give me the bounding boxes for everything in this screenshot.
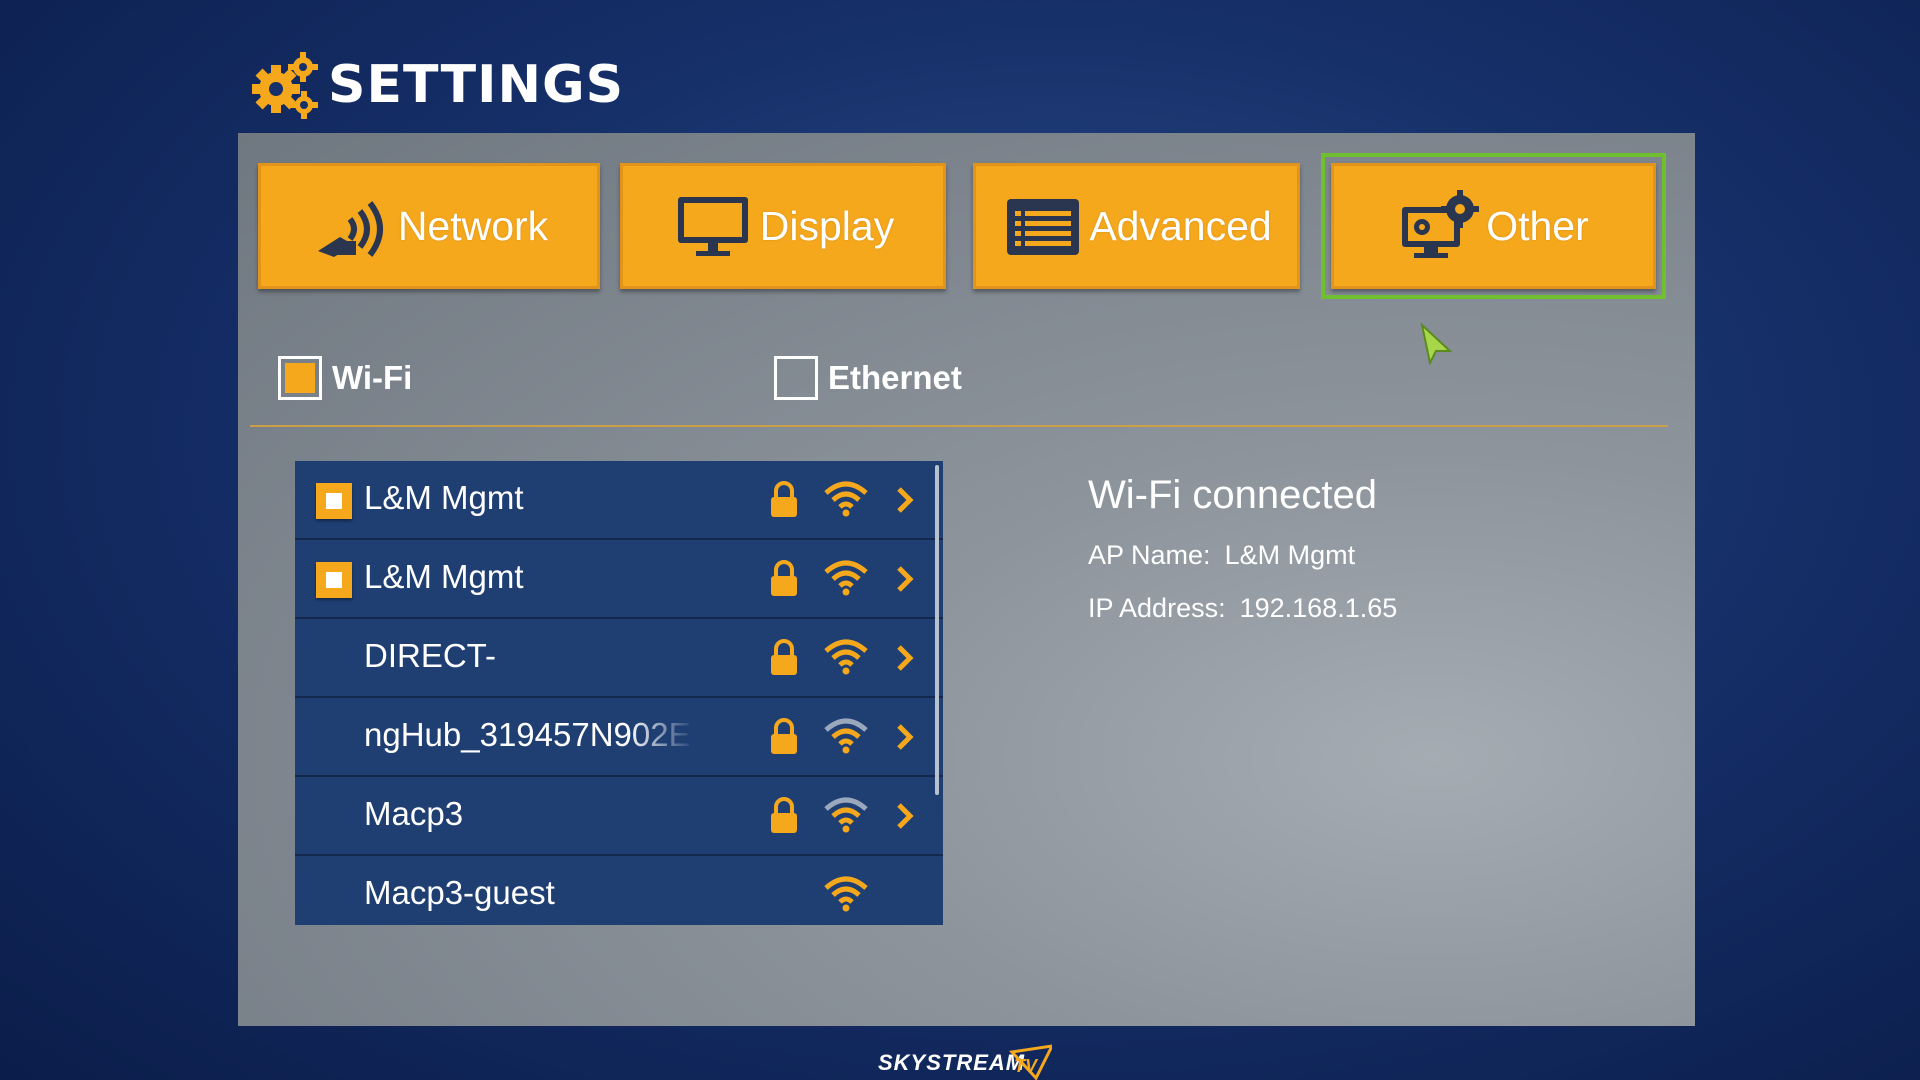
network-ssid: L&M Mgmt [364, 479, 524, 516]
svg-text:SKYSTREAM: SKYSTREAM [878, 1050, 1025, 1075]
chevron-right-icon[interactable] [895, 722, 915, 752]
lock-icon [771, 481, 797, 517]
tab-network-label: Network [397, 202, 549, 249]
network-row[interactable]: L&M Mgmt [295, 461, 943, 540]
network-row[interactable]: Macp3 [295, 777, 943, 856]
wifi-checkbox[interactable] [278, 356, 322, 400]
connection-status: Wi-Fi connected [1088, 473, 1377, 517]
chevron-right-icon[interactable] [895, 485, 915, 515]
wifi-network-list[interactable]: L&M Mgmt L&M Mgmt DIRECT- ngHub_319457N9… [295, 461, 943, 925]
wifi-signal-icon [824, 639, 868, 675]
wifi-signal-icon [824, 876, 868, 912]
network-row[interactable]: ngHub_319457N902E [295, 698, 943, 777]
svg-text:TV: TV [1014, 1056, 1039, 1076]
network-ssid: DIRECT- [364, 637, 496, 674]
network-row[interactable]: L&M Mgmt [295, 540, 943, 619]
gear-monitor-icon [1402, 190, 1480, 258]
tab-network[interactable]: Network [258, 163, 600, 289]
network-ssid: ngHub_319457N902E [364, 716, 691, 753]
ethernet-label: Ethernet [828, 359, 962, 396]
settings-header: SETTINGS [248, 50, 624, 120]
gears-icon [252, 52, 318, 119]
tab-other[interactable]: Other [1321, 153, 1666, 299]
network-ssid: Macp3-guest [364, 874, 555, 911]
section-divider [250, 425, 1668, 427]
settings-panel: Network Display Advanced Other Wi-Fi Eth… [238, 133, 1695, 1026]
list-icon [1007, 199, 1080, 255]
network-signal-icon [317, 201, 383, 257]
ap-name-value: L&M Mgmt [1224, 540, 1356, 570]
tab-advanced-label: Advanced [1089, 202, 1272, 249]
tab-display-label: Display [759, 202, 895, 249]
list-scrollbar[interactable] [935, 465, 939, 795]
ap-name-line: AP Name: L&M Mgmt [1088, 540, 1397, 571]
wifi-signal-icon [824, 481, 868, 517]
wifi-signal-icon [824, 797, 868, 833]
wifi-option[interactable]: Wi-Fi [278, 351, 412, 405]
ip-address-label: IP Address: [1088, 593, 1226, 623]
network-row[interactable]: Macp3-guest [295, 856, 943, 925]
tab-advanced[interactable]: Advanced [973, 163, 1300, 289]
lock-icon [771, 560, 797, 596]
skystream-tv-logo: SKYSTREAM TV [878, 1044, 1052, 1080]
ap-name-label: AP Name: [1088, 540, 1211, 570]
lock-icon [771, 718, 797, 754]
tab-other-label: Other [1486, 202, 1589, 249]
network-row[interactable]: DIRECT- [295, 619, 943, 698]
wifi-signal-icon [824, 718, 868, 754]
selected-indicator [316, 562, 352, 598]
page-title: SETTINGS [328, 55, 625, 115]
ethernet-option[interactable]: Ethernet [774, 351, 962, 405]
lock-icon [771, 797, 797, 833]
checkbox-checked-indicator [285, 363, 315, 393]
network-ssid: L&M Mgmt [364, 558, 524, 595]
network-ssid: Macp3 [364, 795, 464, 832]
pointer-cursor-icon [1420, 323, 1453, 365]
monitor-icon [677, 197, 748, 256]
ip-address-value: 192.168.1.65 [1239, 593, 1398, 623]
wifi-signal-icon [824, 560, 868, 596]
connection-info: Wi-Fi connected AP Name: L&M Mgmt IP Addr… [1088, 473, 1397, 624]
tab-display[interactable]: Display [620, 163, 946, 289]
lock-icon [771, 639, 797, 675]
chevron-right-icon[interactable] [895, 643, 915, 673]
ip-address-line: IP Address: 192.168.1.65 [1088, 593, 1397, 624]
chevron-right-icon[interactable] [895, 801, 915, 831]
wifi-label: Wi-Fi [332, 359, 413, 396]
selected-indicator [316, 483, 352, 519]
ethernet-checkbox[interactable] [774, 356, 818, 400]
chevron-right-icon[interactable] [895, 564, 915, 594]
